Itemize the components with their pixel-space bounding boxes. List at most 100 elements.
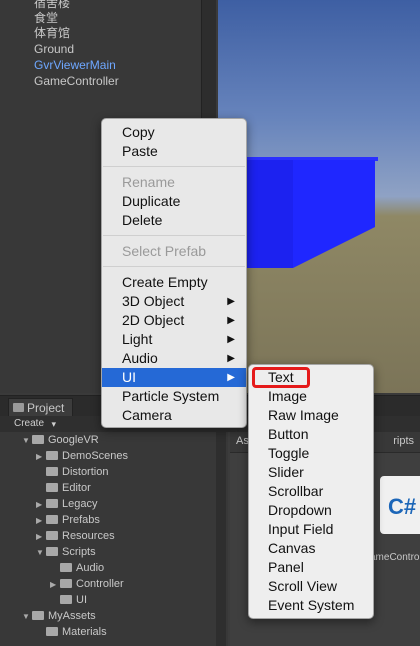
context-menu: Copy Paste Rename Duplicate Delete Selec… [101, 118, 247, 428]
folder-icon [46, 483, 58, 492]
hierarchy-item[interactable]: 体育馆 [34, 26, 70, 40]
collapse-triangle-icon[interactable]: ▶ [36, 497, 46, 513]
collapse-triangle-icon[interactable]: ▶ [36, 529, 46, 545]
hierarchy-item[interactable]: 宿舍楼 [34, 0, 70, 10]
tree-folder-scripts[interactable]: ▼ Scripts [36, 544, 96, 560]
tree-folder-editor[interactable]: Editor [36, 480, 91, 496]
folder-icon [60, 563, 72, 572]
tree-folder-label: UI [76, 594, 87, 606]
tree-folder-label: Resources [62, 530, 115, 542]
folder-icon [46, 499, 58, 508]
hierarchy-item[interactable]: Ground [34, 42, 74, 56]
tree-folder-audio[interactable]: Audio [50, 560, 104, 576]
submenu-item-event-system[interactable]: Event System [249, 596, 373, 615]
submenu-item-text[interactable]: Text [249, 368, 373, 387]
expand-triangle-icon[interactable]: ▼ [36, 545, 46, 561]
submenu-item-raw-image[interactable]: Raw Image [249, 406, 373, 425]
tree-folder-resources[interactable]: ▶ Resources [36, 528, 115, 544]
folder-icon [46, 467, 58, 476]
hierarchy-item[interactable]: 食堂 [34, 11, 58, 25]
cube-side-face [293, 160, 375, 268]
menu-item-audio[interactable]: Audio ▶ [102, 349, 246, 368]
project-folder-tree: ▼ GoogleVR ▶ DemoScenes Distortion Editor … [0, 432, 228, 646]
submenu-arrow-icon: ▶ [227, 296, 235, 307]
submenu-item-dropdown[interactable]: Dropdown [249, 501, 373, 520]
menu-separator [103, 166, 245, 167]
collapse-triangle-icon[interactable]: ▶ [36, 513, 46, 529]
tree-folder-label: Audio [76, 562, 105, 574]
menu-item-copy[interactable]: Copy [102, 123, 246, 142]
collapse-triangle-icon[interactable]: ▶ [50, 577, 60, 593]
submenu-arrow-icon: ▶ [227, 372, 235, 383]
breadcrumb-assets[interactable]: As [236, 435, 249, 447]
menu-item-create-empty[interactable]: Create Empty [102, 273, 246, 292]
collapse-triangle-icon[interactable]: ▶ [36, 449, 46, 465]
folder-icon [13, 403, 24, 412]
tree-folder-myassets[interactable]: ▼ MyAssets [22, 608, 96, 624]
menu-item-paste[interactable]: Paste [102, 142, 246, 161]
folder-icon [60, 579, 72, 588]
tree-folder-prefabs[interactable]: ▶ Prefabs [36, 512, 100, 528]
menu-item-select-prefab: Select Prefab [122, 243, 207, 259]
tree-folder-label: GoogleVR [48, 434, 99, 446]
folder-icon [46, 451, 58, 460]
tree-folder-distortion[interactable]: Distortion [36, 464, 108, 480]
tree-folder-materials[interactable]: Materials [36, 624, 107, 640]
tree-folder-ui[interactable]: UI [50, 592, 87, 608]
menu-item-camera[interactable]: Camera [102, 406, 246, 425]
csharp-icon-text: C# [388, 494, 417, 519]
submenu-item-slider[interactable]: Slider [249, 463, 373, 482]
tree-folder-label: Legacy [62, 498, 98, 510]
menu-item-3d-object[interactable]: 3D Object ▶ [102, 292, 246, 311]
tree-folder-controller[interactable]: ▶ Controller [50, 576, 124, 592]
submenu-item-input-field[interactable]: Input Field [249, 520, 373, 539]
tree-folder-demoscenes[interactable]: ▶ DemoScenes [36, 448, 128, 464]
tree-folder-legacy[interactable]: ▶ Legacy [36, 496, 97, 512]
tree-folder-label: Scripts [62, 546, 96, 558]
folder-icon [46, 547, 58, 556]
tree-folder-label: Distortion [62, 466, 109, 478]
tree-folder-label: Materials [62, 626, 107, 638]
tree-folder-label: Controller [76, 578, 124, 590]
tree-scrollbar[interactable] [216, 432, 226, 646]
menu-item-2d-object[interactable]: 2D Object ▶ [102, 311, 246, 330]
asset-label: ameContro [370, 552, 420, 563]
submenu-item-scrollbar[interactable]: Scrollbar [249, 482, 373, 501]
folder-icon [46, 515, 58, 524]
tree-folder-googlevr[interactable]: ▼ GoogleVR [22, 432, 99, 448]
submenu-arrow-icon: ▶ [227, 315, 235, 326]
hierarchy-item-gvrviewermain[interactable]: GvrViewerMain [34, 58, 116, 72]
tree-folder-label: DemoScenes [62, 450, 129, 462]
ui-submenu: Text Image Raw Image Button Toggle Slide… [248, 364, 374, 619]
tree-folder-label: Prefabs [62, 514, 100, 526]
submenu-item-image[interactable]: Image [249, 387, 373, 406]
expand-triangle-icon[interactable]: ▼ [22, 609, 32, 625]
submenu-item-button[interactable]: Button [249, 425, 373, 444]
breadcrumb-scripts[interactable]: ripts [393, 435, 414, 447]
submenu-item-toggle[interactable]: Toggle [249, 444, 373, 463]
submenu-item-panel[interactable]: Panel [249, 558, 373, 577]
folder-icon [32, 611, 44, 620]
tree-folder-label: Editor [62, 482, 91, 494]
folder-icon [46, 627, 58, 636]
csharp-script-icon[interactable]: C# [380, 476, 420, 534]
hierarchy-item[interactable]: GameController [34, 74, 119, 88]
menu-item-light[interactable]: Light ▶ [102, 330, 246, 349]
folder-icon [32, 435, 44, 444]
menu-item-ui[interactable]: UI ▶ [102, 368, 246, 387]
menu-item-rename: Rename [122, 174, 175, 190]
project-tab[interactable]: Project [8, 398, 74, 417]
submenu-item-scroll-view[interactable]: Scroll View [249, 577, 373, 596]
menu-item-particle-system[interactable]: Particle System [102, 387, 246, 406]
expand-triangle-icon[interactable]: ▼ [22, 433, 32, 449]
folder-icon [46, 531, 58, 540]
tree-folder-label: MyAssets [48, 610, 96, 622]
submenu-item-canvas[interactable]: Canvas [249, 539, 373, 558]
submenu-arrow-icon: ▶ [227, 353, 235, 364]
menu-separator [103, 266, 245, 267]
folder-icon [60, 595, 72, 604]
menu-item-delete[interactable]: Delete [102, 211, 246, 230]
menu-item-duplicate[interactable]: Duplicate [102, 192, 246, 211]
scene-view[interactable] [218, 0, 420, 393]
create-dropdown-button[interactable]: Create [14, 417, 56, 431]
